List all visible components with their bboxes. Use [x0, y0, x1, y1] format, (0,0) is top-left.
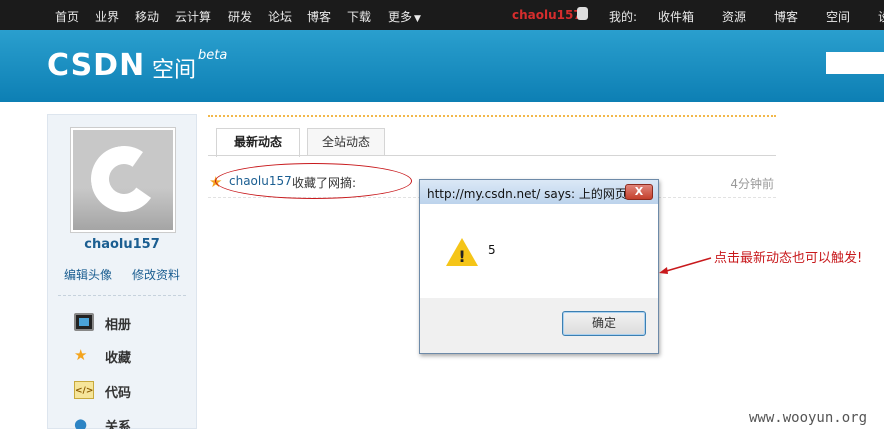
nav-item-download[interactable]: 下载	[347, 8, 371, 25]
close-button[interactable]: X	[625, 184, 653, 200]
content-top-divider	[208, 115, 776, 117]
watermark: www.wooyun.org	[749, 410, 868, 426]
caret-down-icon: ▼	[414, 14, 421, 24]
dialog-title-bar[interactable]: http://my.csdn.net/ says: 上的网页 X	[420, 180, 658, 204]
dialog-message: 5	[488, 243, 496, 257]
annotation-note: 点击最新动态也可以触发!	[714, 251, 863, 266]
nav-item-resources[interactable]: 资源	[722, 8, 746, 25]
sidebar-divider	[58, 295, 186, 296]
sidebar: chaolu157 编辑头像 修改资料 相册 ★ 收藏 </> 代码 ● 关系	[47, 114, 197, 429]
edit-profile-link[interactable]: 修改资料	[132, 266, 180, 283]
logo-beta-label: beta	[198, 48, 228, 63]
tab-baseline	[208, 155, 776, 156]
tab-site-activity[interactable]: 全站动态	[307, 128, 385, 156]
sidebar-item-label: 代码	[105, 386, 132, 401]
search-input[interactable]	[826, 52, 884, 74]
nav-item-forum[interactable]: 论坛	[268, 8, 292, 25]
star-icon: ★	[74, 346, 88, 364]
page: 首页 业界 移动 云计算 研发 论坛 博客 下载 更多 ▼ chaolu157 我…	[0, 0, 884, 429]
nav-item-settings[interactable]: 设	[878, 8, 884, 25]
nav-item-home[interactable]: 首页	[55, 8, 79, 25]
alert-dialog: http://my.csdn.net/ says: 上的网页 X ! 5 确定	[419, 179, 659, 354]
nav-item-mobile[interactable]: 移动	[135, 8, 159, 25]
avatar[interactable]	[70, 127, 176, 233]
activity-timestamp: 4分钟前	[730, 177, 774, 191]
sidebar-item-label: 相册	[105, 318, 132, 333]
nav-item-industry[interactable]: 业界	[95, 8, 119, 25]
user-icon[interactable]	[577, 7, 588, 20]
nav-item-space[interactable]: 空间	[826, 8, 850, 25]
edit-avatar-link[interactable]: 编辑头像	[64, 266, 112, 283]
top-nav-bar: 首页 业界 移动 云计算 研发 论坛 博客 下载 更多 ▼ chaolu157 我…	[0, 0, 884, 30]
nav-item-more[interactable]: 更多 ▼	[388, 8, 421, 25]
banner: CSDN 空间 beta	[0, 30, 884, 102]
ok-button[interactable]: 确定	[562, 311, 646, 336]
nav-item-blog[interactable]: 博客	[307, 8, 331, 25]
relation-icon: ●	[74, 415, 88, 429]
highlight-ellipse	[215, 163, 412, 199]
code-icon: </>	[74, 381, 94, 399]
nav-more-label: 更多	[388, 10, 413, 24]
nav-username[interactable]: chaolu157	[512, 8, 582, 22]
nav-item-inbox[interactable]: 收件箱	[658, 8, 694, 25]
nav-my-label: 我的:	[609, 10, 638, 24]
annotation-arrow-icon	[659, 257, 712, 274]
tab-latest-activity[interactable]: 最新动态	[216, 128, 300, 157]
nav-item-rd[interactable]: 研发	[228, 8, 252, 25]
avatar-image	[73, 130, 173, 230]
logo-subtitle: 空间	[152, 58, 197, 83]
csdn-logo[interactable]: CSDN	[47, 48, 145, 83]
sidebar-item-label: 收藏	[105, 351, 132, 366]
dialog-title: http://my.csdn.net/ says: 上的网页	[427, 187, 627, 201]
sidebar-item-label: 关系	[105, 420, 132, 429]
nav-item-cloud[interactable]: 云计算	[175, 8, 211, 25]
warning-mark: !	[458, 247, 466, 266]
dialog-body: ! 5	[420, 204, 658, 298]
nav-item-my-blog[interactable]: 博客	[774, 8, 798, 25]
album-icon	[74, 313, 94, 331]
sidebar-username[interactable]: chaolu157	[48, 237, 196, 252]
